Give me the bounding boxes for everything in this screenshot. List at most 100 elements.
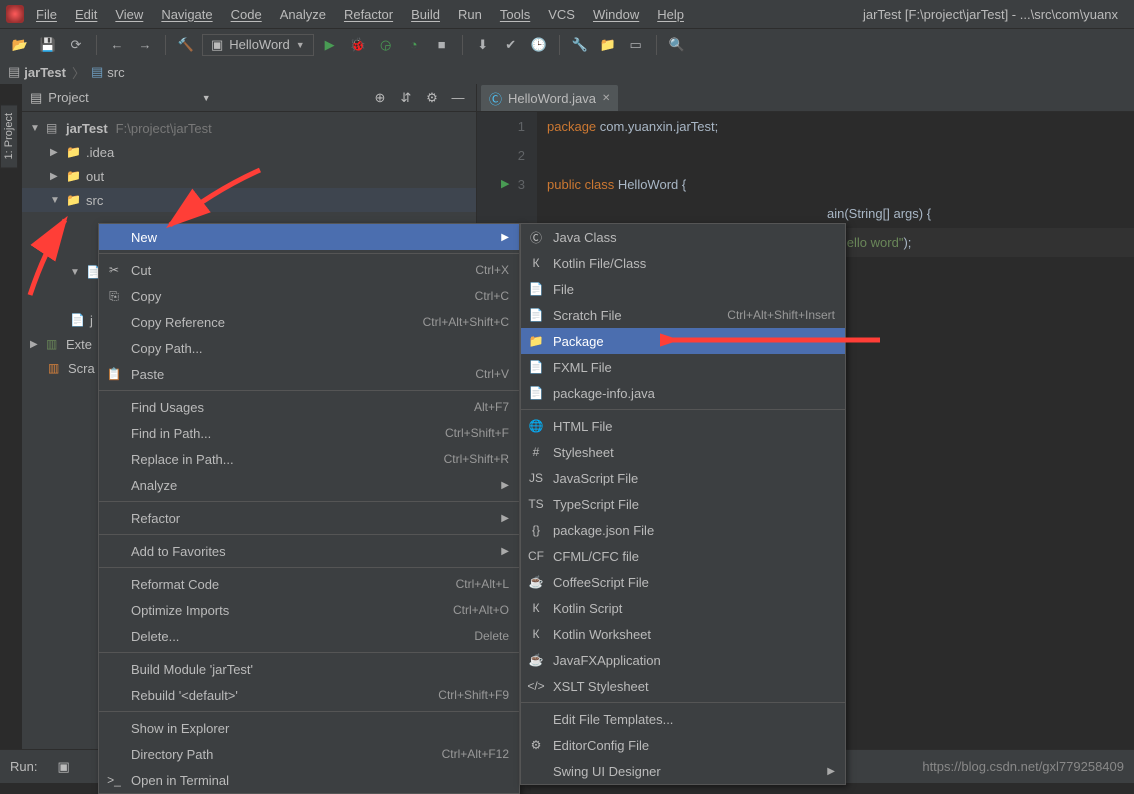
tree-idea[interactable]: ▶📁 .idea [22,140,476,164]
vcs-history-icon[interactable]: 🕒 [527,33,551,57]
menu-item[interactable]: New▶ [99,224,519,250]
k-icon: К [527,256,545,270]
stop-icon[interactable]: ■ [430,33,454,57]
tree-out[interactable]: ▶📁 out [22,164,476,188]
menu-item[interactable]: 📄FXML File [521,354,845,380]
menu-item[interactable]: Find in Path...Ctrl+Shift+F [99,420,519,446]
menu-window[interactable]: Window [587,5,645,24]
menu-item[interactable]: Copy Path... [99,335,519,361]
menu-item[interactable]: ☕CoffeeScript File [521,569,845,595]
menu-item[interactable]: 📁Package [521,328,845,354]
menu-item[interactable]: КKotlin File/Class [521,250,845,276]
menu-item[interactable]: ☕JavaFXApplication [521,647,845,673]
chevron-down-icon[interactable]: ▼ [202,93,211,103]
forward-icon[interactable]: → [133,33,157,57]
build-icon[interactable]: 🔨 [174,33,198,57]
close-icon[interactable]: ✕ [602,93,610,104]
menu-item[interactable]: {}package.json File [521,517,845,543]
menu-file[interactable]: File [30,5,63,24]
settings-icon[interactable]: 🔧 [568,33,592,57]
menu-item[interactable]: ⒸJava Class [521,224,845,250]
run-config-selector[interactable]: ▣ HelloWord ▼ [202,34,314,56]
menu-edit[interactable]: Edit [69,5,103,24]
sync-icon[interactable]: ⟳ [64,33,88,57]
menu-help[interactable]: Help [651,5,690,24]
menu-view[interactable]: View [109,5,149,24]
menu-item[interactable]: CFCFML/CFC file [521,543,845,569]
menu-item[interactable]: Delete...Delete [99,623,519,649]
side-tab-project[interactable]: 1: Project [0,104,18,168]
menu-item[interactable]: Find UsagesAlt+F7 [99,394,519,420]
fx-icon: 📄 [527,360,545,374]
debug-icon[interactable]: 🐞 [346,33,370,57]
menu-code[interactable]: Code [225,5,268,24]
vcs-update-icon[interactable]: ⬇ [471,33,495,57]
menu-item[interactable]: Swing UI Designer▶ [521,758,845,784]
menu-item[interactable]: ⎘CopyCtrl+C [99,283,519,309]
tree-src[interactable]: ▼📁 src [22,188,476,212]
breadcrumb-project[interactable]: jarTest [24,65,66,80]
search-icon[interactable]: 🔍 [665,33,689,57]
menu-build[interactable]: Build [405,5,446,24]
menu-item[interactable]: >_Open in Terminal [99,767,519,793]
menu-item[interactable]: Build Module 'jarTest' [99,656,519,682]
menu-item[interactable]: Copy ReferenceCtrl+Alt+Shift+C [99,309,519,335]
menu-vcs[interactable]: VCS [542,5,581,24]
back-icon[interactable]: ← [105,33,129,57]
menu-item[interactable]: Show in Explorer [99,715,519,741]
menu-item[interactable]: TSTypeScript File [521,491,845,517]
menu-item[interactable]: Refactor▶ [99,505,519,531]
chevron-right-icon: ▶ [827,766,835,777]
menu-item[interactable]: JSJavaScript File [521,465,845,491]
menu-item[interactable]: #Stylesheet [521,439,845,465]
project-structure-icon[interactable]: 📁 [596,33,620,57]
shortcut-label: Ctrl+C [475,289,509,303]
menu-item[interactable]: ✂CutCtrl+X [99,257,519,283]
collapse-icon[interactable]: ⇵ [396,88,416,108]
menu-navigate[interactable]: Navigate [155,5,218,24]
menu-item[interactable]: </>XSLT Stylesheet [521,673,845,699]
menu-item[interactable]: 🌐HTML File [521,413,845,439]
menu-item[interactable]: Add to Favorites▶ [99,538,519,564]
term-icon: >_ [105,773,123,787]
menu-item[interactable]: Replace in Path...Ctrl+Shift+R [99,446,519,472]
menu-item[interactable]: Optimize ImportsCtrl+Alt+O [99,597,519,623]
tree-root[interactable]: ▼▤ jarTest F:\project\jarTest [22,116,476,140]
vcs-commit-icon[interactable]: ✔ [499,33,523,57]
open-icon[interactable]: 📂 [8,33,32,57]
menu-tools[interactable]: Tools [494,5,536,24]
menu-item[interactable]: Analyze▶ [99,472,519,498]
menu-item-label: TypeScript File [553,497,835,512]
menu-item[interactable]: 📋PasteCtrl+V [99,361,519,387]
menu-run[interactable]: Run [452,5,488,24]
menu-refactor[interactable]: Refactor [338,5,399,24]
menu-item[interactable]: КKotlin Script [521,595,845,621]
menu-item-label: Build Module 'jarTest' [131,662,509,677]
shortcut-label: Ctrl+Alt+Shift+Insert [727,308,835,322]
menu-item[interactable]: Rebuild '<default>'Ctrl+Shift+F9 [99,682,519,708]
locate-icon[interactable]: ⊕ [370,88,390,108]
hide-icon[interactable]: — [448,88,468,108]
run-item-icon[interactable]: ▣ [57,759,69,775]
menu-item[interactable]: Reformat CodeCtrl+Alt+L [99,571,519,597]
menu-item[interactable]: 📄Scratch FileCtrl+Alt+Shift+Insert [521,302,845,328]
menu-analyze[interactable]: Analyze [274,5,332,24]
run-label[interactable]: Run: [10,759,37,774]
menu-item[interactable]: Directory PathCtrl+Alt+F12 [99,741,519,767]
gear-icon[interactable]: ⚙ [422,88,442,108]
profile-icon[interactable]: ◔ [402,33,426,57]
save-icon[interactable]: 💾 [36,33,60,57]
new-submenu[interactable]: ⒸJava ClassКKotlin File/Class📄File📄Scrat… [520,223,846,785]
run-icon[interactable]: ▶ [318,33,342,57]
run-gutter-icon[interactable]: ▶ [501,170,509,199]
sdk-icon[interactable]: ▭ [624,33,648,57]
menu-item[interactable]: 📄File [521,276,845,302]
menu-item[interactable]: КKotlin Worksheet [521,621,845,647]
menu-item[interactable]: 📄package-info.java [521,380,845,406]
menu-item[interactable]: Edit File Templates... [521,706,845,732]
menu-item[interactable]: ⚙EditorConfig File [521,732,845,758]
context-menu[interactable]: New▶ ✂CutCtrl+X⎘CopyCtrl+CCopy ReferenceC… [98,223,520,794]
breadcrumb-src[interactable]: src [107,65,124,80]
coverage-icon[interactable]: ◶ [374,33,398,57]
editor-tab[interactable]: Ⓒ HelloWord.java ✕ [481,85,618,111]
